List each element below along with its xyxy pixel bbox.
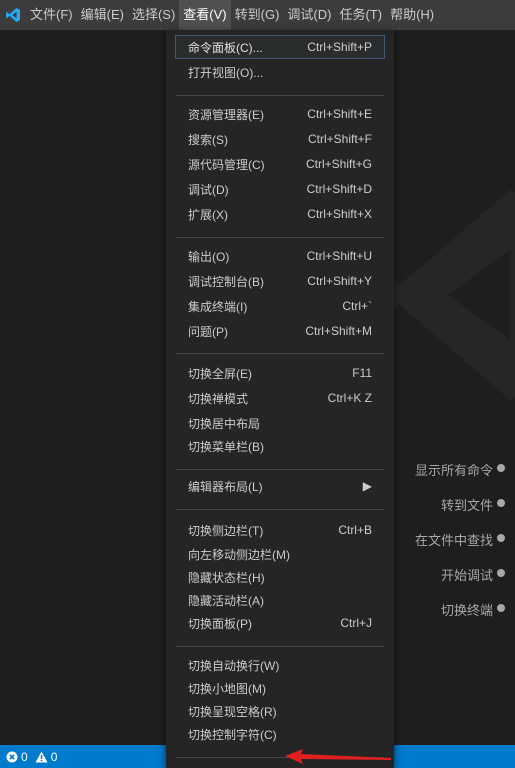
menu-separator [176,469,384,470]
menu-view[interactable]: 查看(V) [179,0,231,30]
hint-go-to-file: 转到文件 [441,495,505,514]
menu-selection[interactable]: 选择(S) [128,0,179,30]
hint-start-debugging: 开始调试 [441,565,505,584]
error-count: 0 [21,749,28,764]
menu-separator [176,237,384,238]
menu-item-toggle-sidebar[interactable]: 切换侧边栏(T) Ctrl+B [176,519,384,541]
menu-help[interactable]: 帮助(H) [386,0,438,30]
warning-icon [35,751,48,762]
menu-item-debug-console[interactable]: 调试控制台(B) Ctrl+Shift+Y [176,270,384,292]
menu-item-explorer[interactable]: 资源管理器(E) Ctrl+Shift+E [176,103,384,125]
view-menu-dropdown: 命令面板(C)... Ctrl+Shift+P 打开视图(O)... 资源管理器(… [166,30,394,768]
menu-item-integrated-terminal[interactable]: 集成终端(I) Ctrl+` [176,295,384,317]
menu-debug[interactable]: 调试(D) [283,0,335,30]
vscode-logo-icon [0,0,26,30]
menu-item-toggle-control-characters[interactable]: 切换控制字符(C) [176,723,384,745]
hint-find-in-files: 在文件中查找 [415,530,505,549]
menu-item-toggle-fullscreen[interactable]: 切换全屏(E) F11 [176,362,384,384]
warning-count: 0 [50,749,58,764]
menu-item-move-sidebar-left[interactable]: 向左移动侧边栏(M) [176,543,384,565]
submenu-arrow-icon: ▶ [362,479,372,493]
menu-separator [176,353,384,354]
menu-item-toggle-menu-bar[interactable]: 切换菜单栏(B) [176,435,384,457]
menu-item-toggle-word-wrap[interactable]: 切换自动换行(W) [176,654,384,676]
hint-show-all-commands: 显示所有命令 [415,460,505,479]
menu-bar: 文件(F) 编辑(E) 选择(S) 查看(V) 转到(G) 调试(D) 任务(T… [0,0,515,30]
menu-item-hide-status-bar[interactable]: 隐藏状态栏(H) [176,566,384,588]
error-icon [6,751,18,762]
menu-item-toggle-render-whitespace[interactable]: 切换呈现空格(R) [176,700,384,722]
menu-item-open-view[interactable]: 打开视图(O)... [176,61,384,83]
menu-item-source-control[interactable]: 源代码管理(C) Ctrl+Shift+G [176,153,384,175]
menu-tasks[interactable]: 任务(T) [335,0,386,30]
menu-edit[interactable]: 编辑(E) [77,0,128,30]
hint-toggle-terminal: 切换终端 [441,600,505,619]
menu-item-command-palette[interactable]: 命令面板(C)... Ctrl+Shift+P [175,35,385,59]
menu-item-debug[interactable]: 调试(D) Ctrl+Shift+D [176,178,384,200]
menu-item-extensions[interactable]: 扩展(X) Ctrl+Shift+X [176,203,384,225]
menu-separator [176,646,384,647]
menu-go[interactable]: 转到(G) [231,0,284,30]
menu-item-editor-layout[interactable]: 编辑器布局(L) ▶ [176,475,384,497]
menu-separator [176,95,384,96]
menu-separator [176,509,384,510]
menu-item-output[interactable]: 输出(O) Ctrl+Shift+U [176,245,384,267]
menu-item-toggle-panel[interactable]: 切换面板(P) Ctrl+J [176,612,384,634]
menu-item-toggle-centered-layout[interactable]: 切换居中布局 [176,412,384,434]
menu-item-hide-activity-bar[interactable]: 隐藏活动栏(A) [176,589,384,611]
menu-file[interactable]: 文件(F) [26,0,77,30]
menu-item-search[interactable]: 搜索(S) Ctrl+Shift+F [176,128,384,150]
menu-item-problems[interactable]: 问题(P) Ctrl+Shift+M [176,320,384,342]
problems-indicator[interactable]: 0 0 [0,750,57,764]
annotation-arrow-icon [285,749,391,764]
menu-item-toggle-zen-mode[interactable]: 切换禅模式 Ctrl+K Z [176,387,384,409]
menu-item-toggle-minimap[interactable]: 切换小地图(M) [176,677,384,699]
